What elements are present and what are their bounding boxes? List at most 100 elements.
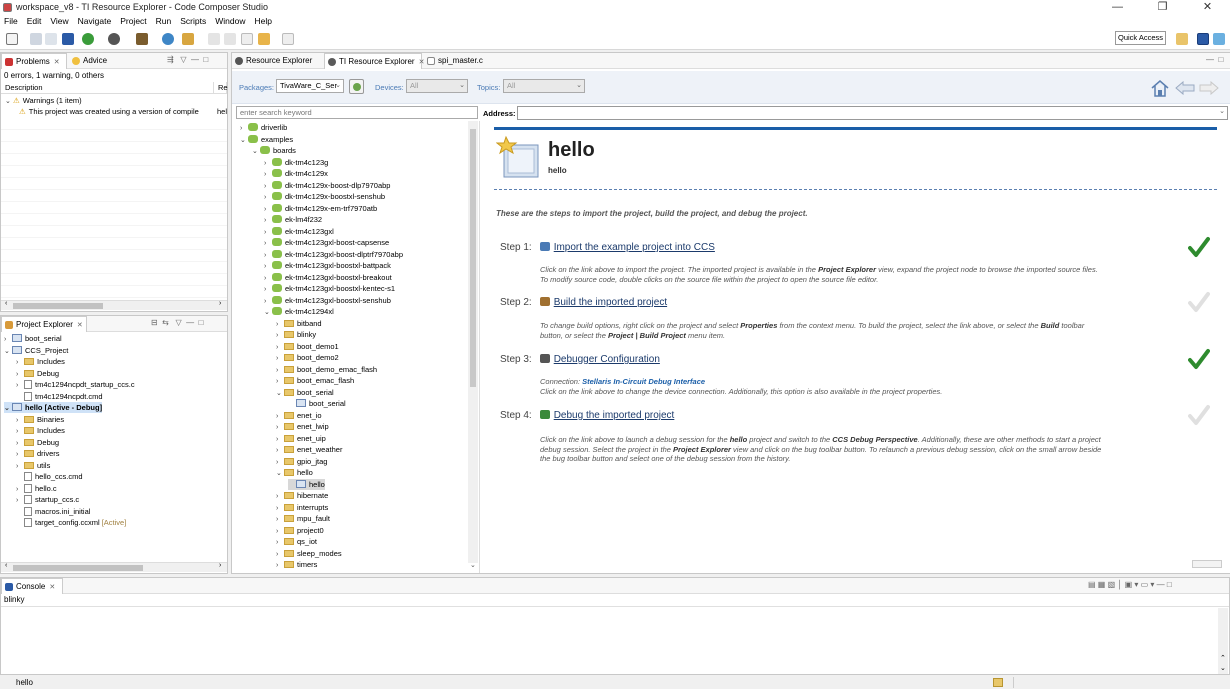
terminal-icon[interactable] xyxy=(62,33,74,45)
resource-tree-item[interactable]: › bitband xyxy=(276,318,322,329)
expand-chevron-icon[interactable]: › xyxy=(276,422,284,433)
scroll-left-icon[interactable]: ‹ xyxy=(5,562,7,569)
resource-tree-item[interactable]: › interrupts xyxy=(276,502,328,513)
expand-chevron-icon[interactable]: › xyxy=(276,549,284,560)
resource-tree-item[interactable]: › enet_weather xyxy=(276,444,342,455)
collapse-chevron-icon[interactable]: ⌄ xyxy=(264,307,272,318)
expand-chevron-icon[interactable]: › xyxy=(276,503,284,514)
project-tree-item[interactable]: › drivers xyxy=(16,448,60,459)
expand-chevron-icon[interactable]: › xyxy=(264,296,272,307)
resource-tree-item[interactable]: › enet_lwip xyxy=(276,421,329,432)
scroll-right-icon[interactable]: › xyxy=(219,300,221,307)
tab-ti-resource-explorer[interactable]: TI Resource Explorer ✕ xyxy=(324,53,424,69)
project-tree-item[interactable]: › boot_serial xyxy=(4,333,62,344)
menu-scripts[interactable]: Scripts xyxy=(180,15,206,28)
resource-tree-item[interactable]: › boot_demo2 xyxy=(276,352,339,363)
build-icon[interactable] xyxy=(108,33,120,45)
resource-tree-item[interactable]: › ek-lm4f232 xyxy=(264,214,322,225)
expand-chevron-icon[interactable]: › xyxy=(276,491,284,502)
menu-file[interactable]: File xyxy=(4,15,18,28)
project-tree-item[interactable]: hello_ccs.cmd xyxy=(16,471,83,482)
save-icon[interactable] xyxy=(30,33,42,45)
tab-console[interactable]: Console ✕ xyxy=(1,578,63,594)
save-all-icon[interactable] xyxy=(45,33,57,45)
search-icon[interactable] xyxy=(162,33,174,45)
menu-navigate[interactable]: Navigate xyxy=(78,15,112,28)
quick-access-field[interactable]: Quick Access xyxy=(1115,31,1166,45)
resource-tree-item[interactable]: › dk-tm4c129x-em-trf7970atb xyxy=(264,203,377,214)
resource-tree-item[interactable]: › ek-tm4c123gxl-boost-dlptrf7970abp xyxy=(264,249,403,260)
menu-run[interactable]: Run xyxy=(156,15,172,28)
collapse-chevron-icon[interactable]: ⌄ xyxy=(276,388,284,399)
resource-tree-item[interactable]: › dk-tm4c129x-boostxl-senshub xyxy=(264,191,385,202)
resource-tree-item[interactable]: › boot_demo_emac_flash xyxy=(276,364,377,375)
scroll-left-icon[interactable]: ‹ xyxy=(5,300,7,307)
maximize-button[interactable]: ❐ xyxy=(1140,0,1185,15)
resource-tree-item[interactable]: › ek-tm4c123gxl-boostxl-breakout xyxy=(264,272,392,283)
expand-chevron-icon[interactable]: › xyxy=(16,369,24,380)
scroll-down-icon[interactable]: ⌄ xyxy=(470,561,476,569)
tab-resource-explorer[interactable]: Resource Explorer xyxy=(232,53,324,69)
project-tree-item[interactable]: › Binaries xyxy=(16,414,64,425)
resource-tree-item[interactable]: › hibernate xyxy=(276,490,328,501)
project-tree-item[interactable]: ⌄ hello [Active - Debug] xyxy=(4,402,103,414)
expand-chevron-icon[interactable]: › xyxy=(276,457,284,468)
scroll-thumb[interactable] xyxy=(470,129,476,387)
resource-tree-item[interactable]: ⌄ boards xyxy=(252,145,296,156)
close-icon[interactable]: ✕ xyxy=(49,584,55,591)
expand-chevron-icon[interactable]: › xyxy=(264,204,272,215)
scroll-up-icon[interactable]: ⌃ xyxy=(1220,654,1226,662)
minimize-button[interactable]: — xyxy=(1095,0,1140,15)
resource-tree-item[interactable]: hello xyxy=(288,478,325,490)
resource-tree-item[interactable]: › dk-tm4c129x-boost-dlp7970abp xyxy=(264,180,390,191)
tab-project-explorer[interactable]: Project Explorer ✕ xyxy=(1,316,87,332)
expand-chevron-icon[interactable]: › xyxy=(276,376,284,387)
expand-chevron-icon[interactable]: › xyxy=(264,192,272,203)
expand-chevron-icon[interactable]: › xyxy=(264,227,272,238)
resource-tree-vscroll[interactable] xyxy=(468,121,478,563)
tab-problems[interactable]: Problems ✕ xyxy=(1,53,67,69)
tab-spi-master[interactable]: spi_master.c xyxy=(424,53,494,69)
annotation-icon[interactable] xyxy=(208,33,220,45)
home-icon[interactable] xyxy=(1150,78,1170,98)
project-tree-item[interactable]: › Debug xyxy=(16,368,59,379)
column-resource[interactable]: Re xyxy=(214,82,228,94)
project-tree-item[interactable]: target_config.ccxml [Active] xyxy=(16,517,126,528)
step-link[interactable]: Debug the imported project xyxy=(554,410,675,421)
pen-icon[interactable] xyxy=(182,33,194,45)
resource-tree-item[interactable]: › boot_emac_flash xyxy=(276,375,354,386)
expand-chevron-icon[interactable]: › xyxy=(16,495,24,506)
expand-chevron-icon[interactable]: › xyxy=(16,449,24,460)
scroll-right-icon[interactable]: › xyxy=(219,562,221,569)
resource-tree-item[interactable]: › boot_demo1 xyxy=(276,341,339,352)
tools-icon[interactable] xyxy=(136,33,148,45)
expand-chevron-icon[interactable]: › xyxy=(276,514,284,525)
expand-chevron-icon[interactable]: › xyxy=(264,284,272,295)
expand-chevron-icon[interactable]: › xyxy=(276,330,284,341)
resource-tree-item[interactable]: › sleep_modes xyxy=(276,548,342,559)
resource-tree-item[interactable]: › enet_io xyxy=(276,410,322,421)
step-link[interactable]: Build the imported project xyxy=(554,297,667,308)
resource-tree-item[interactable]: › qs_iot xyxy=(276,536,317,547)
console-vscroll[interactable]: ⌃ ⌄ xyxy=(1218,608,1228,674)
nav-back-icon[interactable] xyxy=(258,33,270,45)
collapse-chevron-icon[interactable]: ⌄ xyxy=(4,403,12,414)
resource-tree-item[interactable]: › ek-tm4c123gxl-boostxl-battpack xyxy=(264,260,391,271)
menu-window[interactable]: Window xyxy=(215,15,245,28)
resource-tree-item[interactable]: › enet_uip xyxy=(276,433,326,444)
expand-chevron-icon[interactable]: › xyxy=(16,461,24,472)
expand-chevron-icon[interactable]: › xyxy=(276,537,284,548)
scroll-down-icon[interactable]: ⌄ xyxy=(1220,664,1226,672)
resource-tree-item[interactable]: ⌄ examples xyxy=(240,134,293,145)
close-window-button[interactable]: ✕ xyxy=(1185,0,1230,15)
project-tree-item[interactable]: › tm4c1294ncpdt_startup_ccs.c xyxy=(16,379,135,390)
project-explorer-hscroll[interactable]: ‹ › xyxy=(1,562,227,572)
view-menu-icons[interactable]: ⇶ ▽ — □ xyxy=(167,55,208,64)
expand-chevron-icon[interactable]: › xyxy=(16,438,24,449)
expand-chevron-icon[interactable]: › xyxy=(264,261,272,272)
topics-select[interactable]: All ⌄ xyxy=(503,79,585,93)
expand-chevron-icon[interactable]: › xyxy=(276,353,284,364)
warnings-group[interactable]: ⌄ ⚠ Warnings (1 item) xyxy=(5,95,82,106)
expand-chevron-icon[interactable]: › xyxy=(276,365,284,376)
project-tree-item[interactable]: › hello.c xyxy=(16,483,57,494)
